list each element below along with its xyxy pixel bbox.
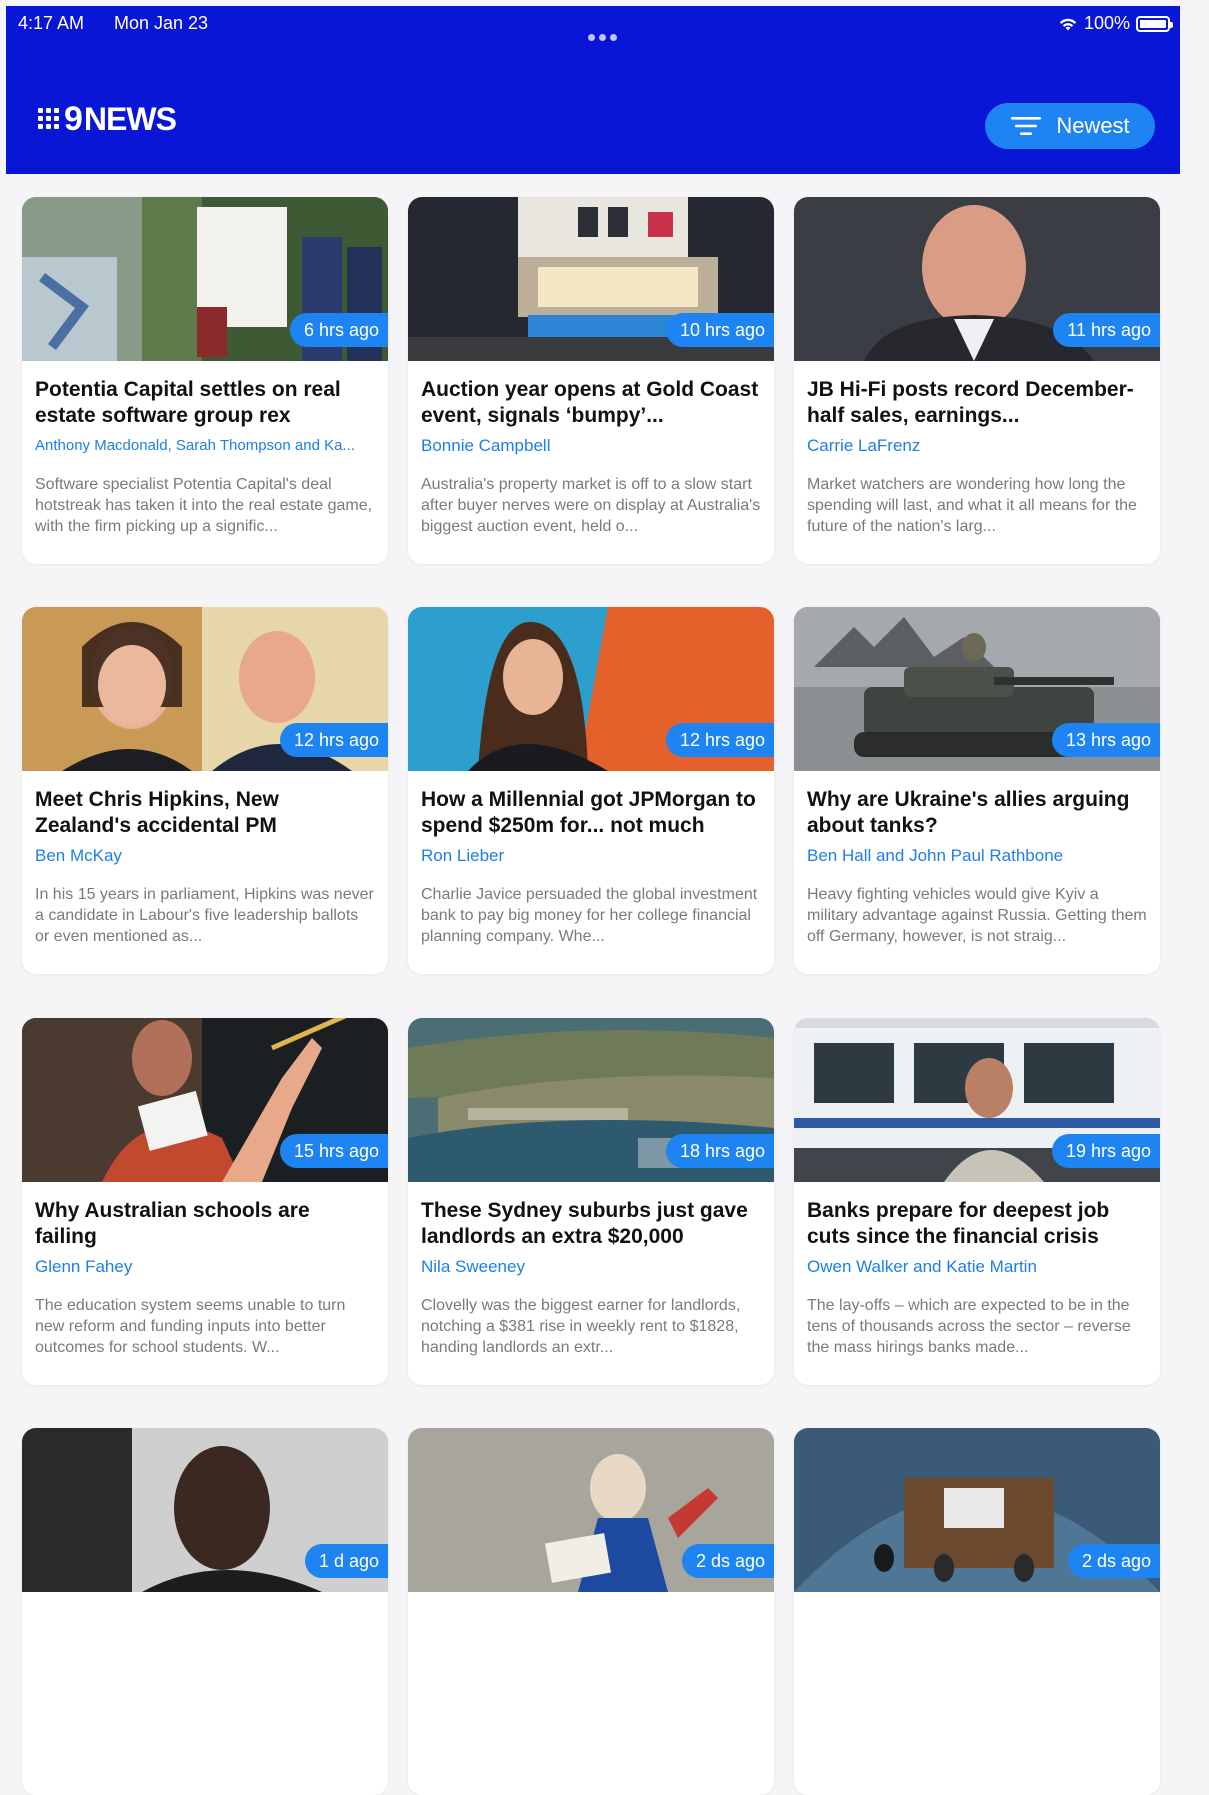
article-title: Why Australian schools are failing (35, 1199, 310, 1248)
time-badge: 13 hrs ago (1051, 723, 1160, 757)
article-thumbnail: 10 hrs ago (408, 197, 774, 361)
article-summary: Australia's property market is off to a … (421, 476, 761, 535)
article-thumbnail: 12 hrs ago (22, 607, 388, 771)
article-summary: Charlie Javice persuaded the global inve… (421, 886, 758, 945)
article-summary: The education system seems unable to tur… (35, 1297, 346, 1356)
article-thumbnail: 11 hrs ago (794, 197, 1160, 361)
article-title: Banks prepare for deepest job cuts since… (807, 1199, 1110, 1248)
article-author: Glenn Fahey (35, 1257, 133, 1276)
article-thumbnail: 2 ds ago (408, 1428, 774, 1592)
status-date: Mon Jan 23 (114, 13, 209, 33)
logo-text: NEWS (83, 101, 177, 137)
article-title: Why are Ukraine's allies arguing about t… (807, 788, 1130, 837)
article-summary: Market watchers are wondering how long t… (807, 476, 1137, 535)
article-card[interactable]: 6 hrs ago Potentia Capital settles on re… (22, 197, 388, 564)
sort-label: Newest (1056, 113, 1130, 138)
time-badge: 6 hrs ago (289, 313, 388, 347)
logo-number: 9 (64, 100, 83, 138)
article-thumbnail: 1 d ago (22, 1428, 388, 1592)
article-card[interactable]: 12 hrs ago Meet Chris Hipkins, New Zeala… (22, 607, 388, 974)
status-time: 4:17 AM (18, 13, 85, 33)
article-thumbnail: 12 hrs ago (408, 607, 774, 771)
article-summary: Software specialist Potentia Capital's d… (35, 476, 373, 535)
time-badge: 12 hrs ago (665, 723, 774, 757)
battery-percent: 100% (1083, 13, 1130, 33)
app-header: 4:17 AM Mon Jan 23 100% 9 NEWS Newest (6, 6, 1180, 174)
article-author: Ron Lieber (421, 846, 505, 865)
article-card[interactable]: 15 hrs ago Why Australian schools are fa… (22, 1018, 388, 1385)
article-card[interactable]: 10 hrs ago Auction year opens at Gold Co… (408, 197, 774, 564)
article-author: Ben McKay (35, 846, 122, 865)
article-card[interactable]: 13 hrs ago Why are Ukraine's allies argu… (794, 607, 1160, 974)
time-badge: 12 hrs ago (279, 723, 388, 757)
article-thumbnail: 6 hrs ago (22, 197, 388, 361)
article-card[interactable]: 18 hrs ago These Sydney suburbs just gav… (408, 1018, 774, 1385)
article-title: Meet Chris Hipkins, New Zealand's accide… (35, 788, 279, 837)
time-badge: 2 ds ago (681, 1544, 774, 1578)
article-thumbnail: 2 ds ago (794, 1428, 1160, 1592)
multitasking-dots-icon[interactable] (588, 25, 624, 41)
time-badge: 10 hrs ago (665, 313, 774, 347)
article-thumbnail: 13 hrs ago (794, 607, 1160, 771)
battery-icon (1136, 15, 1173, 32)
time-badge: 15 hrs ago (279, 1134, 388, 1168)
time-badge: 19 hrs ago (1051, 1134, 1160, 1168)
article-summary: In his 15 years in parliament, Hipkins w… (35, 886, 374, 945)
nine-news-logo: 9 NEWS (38, 100, 177, 138)
article-author: Carrie LaFrenz (807, 436, 921, 455)
time-badge: 2 ds ago (1067, 1544, 1160, 1578)
article-card[interactable]: 2 ds ago (794, 1428, 1160, 1795)
article-author: Anthony Macdonald, Sarah Thompson and Ka… (35, 437, 355, 454)
article-summary: The lay-offs – which are expected to be … (807, 1297, 1131, 1356)
article-summary: Heavy fighting vehicles would give Kyiv … (807, 886, 1147, 945)
article-title: JB Hi-Fi posts record December-half sale… (807, 378, 1134, 427)
article-author: Bonnie Campbell (421, 436, 551, 455)
article-thumbnail: 15 hrs ago (22, 1018, 388, 1182)
status-indicators: 100% (1058, 13, 1173, 34)
article-thumbnail: 19 hrs ago (794, 1018, 1160, 1182)
article-card[interactable]: 1 d ago (22, 1428, 388, 1795)
article-title: These Sydney suburbs just gave landlords… (421, 1199, 748, 1248)
article-title: How a Millennial got JPMorgan to spend $… (421, 788, 756, 837)
wifi-icon (1059, 18, 1077, 30)
sort-newest-button[interactable]: Newest (985, 103, 1155, 149)
article-card[interactable]: 19 hrs ago Banks prepare for deepest job… (794, 1018, 1160, 1385)
time-badge: 18 hrs ago (665, 1134, 774, 1168)
article-thumbnail: 18 hrs ago (408, 1018, 774, 1182)
article-card[interactable]: 11 hrs ago JB Hi-Fi posts record Decembe… (794, 197, 1160, 564)
article-card[interactable]: 12 hrs ago How a Millennial got JPMorgan… (408, 607, 774, 974)
article-card[interactable]: 2 ds ago (408, 1428, 774, 1795)
article-author: Ben Hall and John Paul Rathbone (807, 846, 1064, 865)
article-title: Auction year opens at Gold Coast event, … (421, 378, 759, 427)
article-author: Nila Sweeney (421, 1257, 525, 1276)
nine-dots-icon (38, 108, 62, 130)
sort-lines-icon (1011, 117, 1042, 135)
article-title: Potentia Capital settles on real estate … (35, 378, 341, 427)
article-author: Owen Walker and Katie Martin (807, 1257, 1037, 1276)
time-badge: 11 hrs ago (1053, 313, 1160, 347)
article-summary: Clovelly was the biggest earner for land… (421, 1297, 741, 1356)
status-bar: 4:17 AM Mon Jan 23 100% (18, 13, 1173, 41)
time-badge: 1 d ago (304, 1544, 388, 1578)
